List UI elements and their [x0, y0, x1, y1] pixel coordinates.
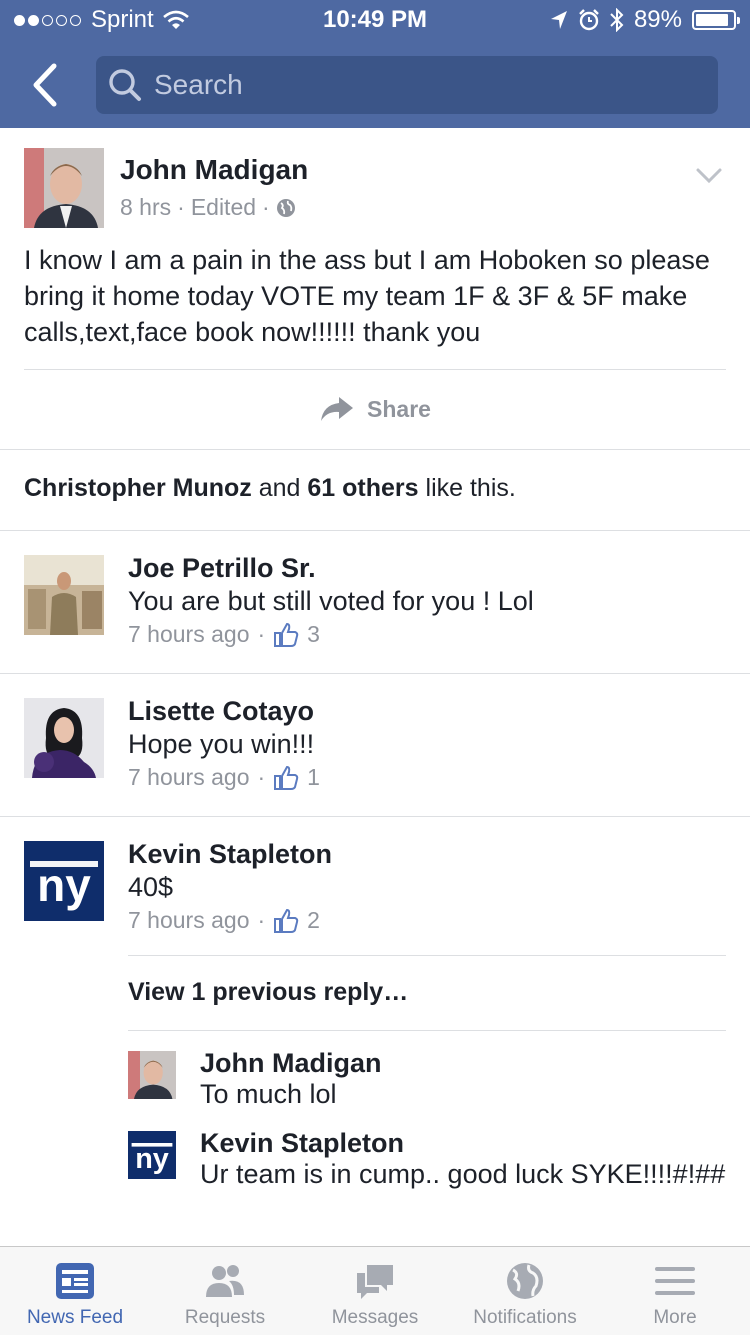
meta-separator: ·	[262, 194, 270, 220]
commenter-photo	[24, 698, 104, 778]
comment-time: 7 hours ago	[128, 764, 250, 790]
thumbs-up-icon[interactable]	[273, 622, 299, 648]
post-author[interactable]: John Madigan	[120, 154, 308, 186]
commenter-name[interactable]: Kevin Stapleton	[128, 839, 332, 870]
share-button[interactable]: Share	[0, 368, 750, 450]
divider	[0, 449, 750, 450]
logo-letters: ny	[37, 859, 91, 911]
tab-requests[interactable]: Requests	[150, 1247, 300, 1335]
logo-letters: ny	[135, 1143, 169, 1175]
messages-icon	[357, 1265, 393, 1299]
post-time[interactable]: 8 hrs	[120, 194, 171, 221]
reply-avatar[interactable]	[128, 1051, 176, 1099]
meta-separator: ·	[257, 907, 266, 933]
location-arrow-icon	[550, 11, 567, 29]
tab-label: Notifications	[473, 1307, 577, 1328]
ny-giants-logo: ny	[128, 1131, 176, 1179]
back-chevron-icon[interactable]	[26, 60, 66, 110]
ny-giants-logo: ny	[24, 841, 104, 921]
tab-label: Requests	[184, 1307, 266, 1328]
likes-count: 61	[307, 474, 336, 502]
meta-separator: ·	[257, 764, 266, 790]
tab-more[interactable]: More	[600, 1247, 750, 1335]
top-bar: Sprint 10:49 PM 89%	[0, 0, 750, 128]
commenter-name[interactable]: Lisette Cotayo	[128, 696, 314, 727]
commenter-avatar[interactable]	[24, 555, 104, 635]
post-body: I know I am a pain in the ass but I am H…	[24, 245, 710, 347]
comment-like-count: 2	[307, 907, 320, 933]
author-photo	[24, 148, 104, 228]
tab-label: More	[653, 1307, 697, 1328]
search-input[interactable]	[152, 68, 676, 102]
share-label: Share	[367, 395, 431, 422]
battery-tip	[737, 17, 740, 24]
thumbs-up-icon[interactable]	[273, 908, 299, 934]
reply-text: To much lol	[200, 1079, 337, 1109]
tab-notifications[interactable]: Notifications	[450, 1247, 600, 1335]
bottom-tab-bar: News Feed Requests Messages Notification…	[0, 1246, 750, 1335]
tab-label: Messages	[331, 1307, 419, 1328]
comment-text: Hope you win!!!	[128, 729, 315, 759]
menu-icon	[655, 1267, 695, 1295]
tab-news-feed[interactable]: News Feed	[0, 1247, 150, 1335]
bluetooth-icon	[610, 8, 624, 32]
thumbs-up-icon[interactable]	[273, 765, 299, 791]
search-bar[interactable]	[96, 56, 718, 114]
comment-text: You are but still voted for you ! Lol	[128, 586, 534, 616]
battery-icon	[692, 10, 740, 30]
comment-meta: 7 hours ago · 2	[128, 907, 320, 934]
likes-others: others	[342, 474, 419, 502]
status-bar: Sprint 10:49 PM 89%	[0, 0, 750, 40]
divider	[128, 955, 726, 956]
globe-privacy-icon	[276, 198, 295, 217]
likes-suffix: like this.	[425, 474, 516, 502]
battery-fill	[696, 14, 729, 26]
comment-meta: 7 hours ago · 1	[128, 764, 320, 791]
reply-author-photo	[128, 1051, 176, 1099]
share-arrow-icon	[321, 397, 354, 421]
news-feed-icon	[56, 1263, 94, 1299]
reply-author-name[interactable]: Kevin Stapleton	[200, 1128, 404, 1159]
comment-item: Lisette Cotayo Hope you win!!! 7 hours a…	[0, 674, 750, 817]
post-options-chevron-icon[interactable]	[694, 166, 724, 186]
status-right: 89%	[550, 6, 740, 34]
divider	[128, 1030, 726, 1031]
reply-text: Ur team is in cump.. good luck SYKE!!!!#…	[200, 1159, 726, 1189]
battery-percent: 89%	[633, 6, 682, 33]
meta-separator: ·	[177, 194, 185, 220]
author-avatar[interactable]	[24, 148, 104, 228]
comment-time: 7 hours ago	[128, 907, 250, 933]
search-icon	[109, 69, 141, 101]
comment-meta: 7 hours ago · 3	[128, 621, 320, 648]
view-previous-replies-link[interactable]: View 1 previous reply…	[128, 978, 408, 1007]
tab-label: News Feed	[26, 1307, 124, 1328]
globe-icon	[507, 1263, 543, 1299]
commenter-photo	[24, 555, 104, 635]
comment-item: Joe Petrillo Sr. You are but still voted…	[0, 531, 750, 674]
comment-like-count: 1	[307, 764, 320, 790]
tab-messages[interactable]: Messages	[300, 1247, 450, 1335]
likes-summary[interactable]: Christopher Munoz and 61 others like thi…	[24, 474, 516, 503]
comment-time: 7 hours ago	[128, 621, 250, 647]
commenter-avatar[interactable]	[24, 698, 104, 778]
alarm-icon	[579, 9, 599, 31]
meta-separator: ·	[257, 621, 266, 647]
friends-icon	[206, 1265, 244, 1297]
commenter-avatar[interactable]: ny	[24, 841, 104, 921]
reply-author-name[interactable]: John Madigan	[200, 1048, 382, 1079]
liker-name: Christopher Munoz	[24, 474, 252, 502]
comment-like-count: 3	[307, 621, 320, 647]
reply-avatar[interactable]: ny	[128, 1131, 176, 1179]
post-meta: 8 hrs · Edited ·	[120, 194, 296, 221]
commenter-name[interactable]: Joe Petrillo Sr.	[128, 553, 316, 584]
comment-text: 40$	[128, 872, 174, 902]
likes-and: and	[258, 474, 301, 502]
post-edited[interactable]: Edited	[191, 194, 256, 221]
